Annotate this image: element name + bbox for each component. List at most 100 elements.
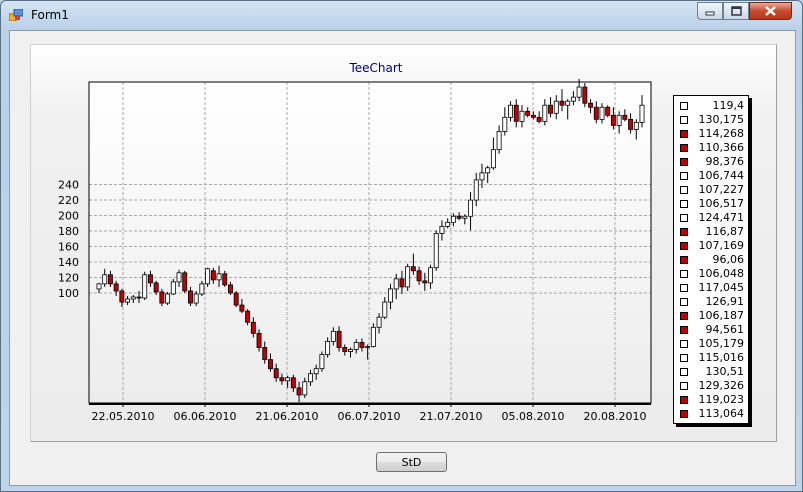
candle-body <box>525 110 531 116</box>
candle-body <box>136 296 142 299</box>
candle-body <box>199 283 205 295</box>
legend-item: 94,561 <box>674 323 748 337</box>
legend-item: 116,87 <box>674 225 748 239</box>
candle-body <box>610 114 616 126</box>
candle-body <box>530 114 536 118</box>
candle-body <box>399 278 405 288</box>
candle-body <box>222 273 228 286</box>
candle-body <box>410 266 416 272</box>
candle-body <box>268 359 273 370</box>
legend-value: 98,376 <box>705 155 745 168</box>
legend-swatch <box>680 242 688 250</box>
legend-item: 106,517 <box>674 197 748 211</box>
y-tick-label: 220 <box>58 194 79 207</box>
legend-swatch <box>680 228 688 236</box>
legend-swatch <box>680 410 688 418</box>
x-tick-label: 22.05.2010 <box>92 410 155 423</box>
candle-body <box>302 381 308 396</box>
candle-body <box>393 278 399 290</box>
candle-body <box>433 233 439 269</box>
legend-swatch <box>680 368 688 376</box>
legend-swatch <box>680 340 688 348</box>
candle-body <box>376 316 382 328</box>
legend-value: 117,045 <box>698 281 745 294</box>
legend-item: 106,048 <box>674 267 748 281</box>
legend-swatch <box>680 102 688 110</box>
legend-swatch <box>680 214 688 222</box>
candle-body <box>428 267 433 284</box>
candle-body <box>468 199 473 217</box>
candle-body <box>182 272 188 292</box>
legend-item: 110,366 <box>674 141 748 155</box>
legend-item: 130,51 <box>674 365 748 379</box>
legend-value: 107,227 <box>698 183 745 196</box>
legend-value: 106,744 <box>698 169 745 182</box>
legend-item: 126,91 <box>674 295 748 309</box>
candle-body <box>382 301 388 318</box>
candle-body <box>353 342 359 350</box>
candle-body <box>165 293 171 304</box>
legend-swatch <box>680 382 688 390</box>
candle-body <box>273 368 279 379</box>
legend-item: 130,175 <box>674 113 748 127</box>
candle-body <box>170 281 176 295</box>
candle-body <box>542 104 548 122</box>
candlestick-chart: 100 120 140 160 180 200 220 240 22.05.2010 06.06.… <box>58 78 652 423</box>
client-area: TeeChart 100 120 140 160 180 200 220 240 22.05.2… <box>9 30 796 486</box>
candle-body <box>119 290 125 303</box>
candle-body <box>496 131 502 151</box>
std-button[interactable]: StD <box>376 452 447 472</box>
legend-item: 106,744 <box>674 169 748 183</box>
close-button[interactable] <box>749 2 792 20</box>
y-tick-label: 140 <box>58 256 79 269</box>
candle-body <box>319 354 325 370</box>
x-tick-label: 06.07.2010 <box>338 410 401 423</box>
y-tick-label: 120 <box>58 272 79 285</box>
candle-body <box>359 342 365 348</box>
candle-body <box>290 377 296 389</box>
candle-body <box>576 86 582 98</box>
legend-value: 124,471 <box>698 211 745 224</box>
maximize-button[interactable] <box>723 2 749 20</box>
legend-swatch <box>680 172 688 180</box>
candle-body <box>490 149 496 169</box>
app-icon <box>9 9 23 21</box>
candle-body <box>519 110 525 122</box>
legend-item: 107,169 <box>674 239 748 253</box>
candle-body <box>125 298 131 303</box>
legend: 119,4 130,175 114,268 110,366 98,376 106,744 1… <box>673 95 749 424</box>
title-bar[interactable]: Form1 <box>1 1 802 29</box>
candle-body <box>153 282 159 293</box>
candle-body <box>256 332 262 348</box>
legend-item: 114,268 <box>674 127 748 141</box>
candle-body <box>342 347 348 352</box>
legend-value: 94,561 <box>705 323 745 336</box>
minimize-button[interactable] <box>697 2 723 20</box>
candle-body <box>325 341 331 355</box>
candle-body <box>187 290 193 304</box>
maximize-icon <box>731 6 742 16</box>
legend-item: 107,227 <box>674 183 748 197</box>
x-tick-label: 06.06.2010 <box>174 410 237 423</box>
candle-body <box>559 100 565 106</box>
legend-value: 119,4 <box>712 99 745 112</box>
candle-body <box>422 280 428 284</box>
close-icon <box>765 6 776 16</box>
candle-body <box>113 283 119 292</box>
legend-swatch <box>680 326 688 334</box>
x-tick-label: 21.07.2010 <box>420 410 483 423</box>
legend-value: 107,169 <box>698 239 745 252</box>
candle-body <box>439 225 445 234</box>
legend-item: 117,045 <box>674 281 748 295</box>
candle-body <box>370 326 376 347</box>
legend-item: 124,471 <box>674 211 748 225</box>
legend-swatch <box>680 200 688 208</box>
candle-body <box>233 292 239 306</box>
candle-body <box>228 284 233 294</box>
legend-item: 115,016 <box>674 351 748 365</box>
y-tick-label: 100 <box>58 287 79 300</box>
candle-body <box>473 179 479 201</box>
legend-value: 105,179 <box>698 337 745 350</box>
legend-swatch <box>680 284 688 292</box>
legend-value: 96,06 <box>712 253 745 266</box>
